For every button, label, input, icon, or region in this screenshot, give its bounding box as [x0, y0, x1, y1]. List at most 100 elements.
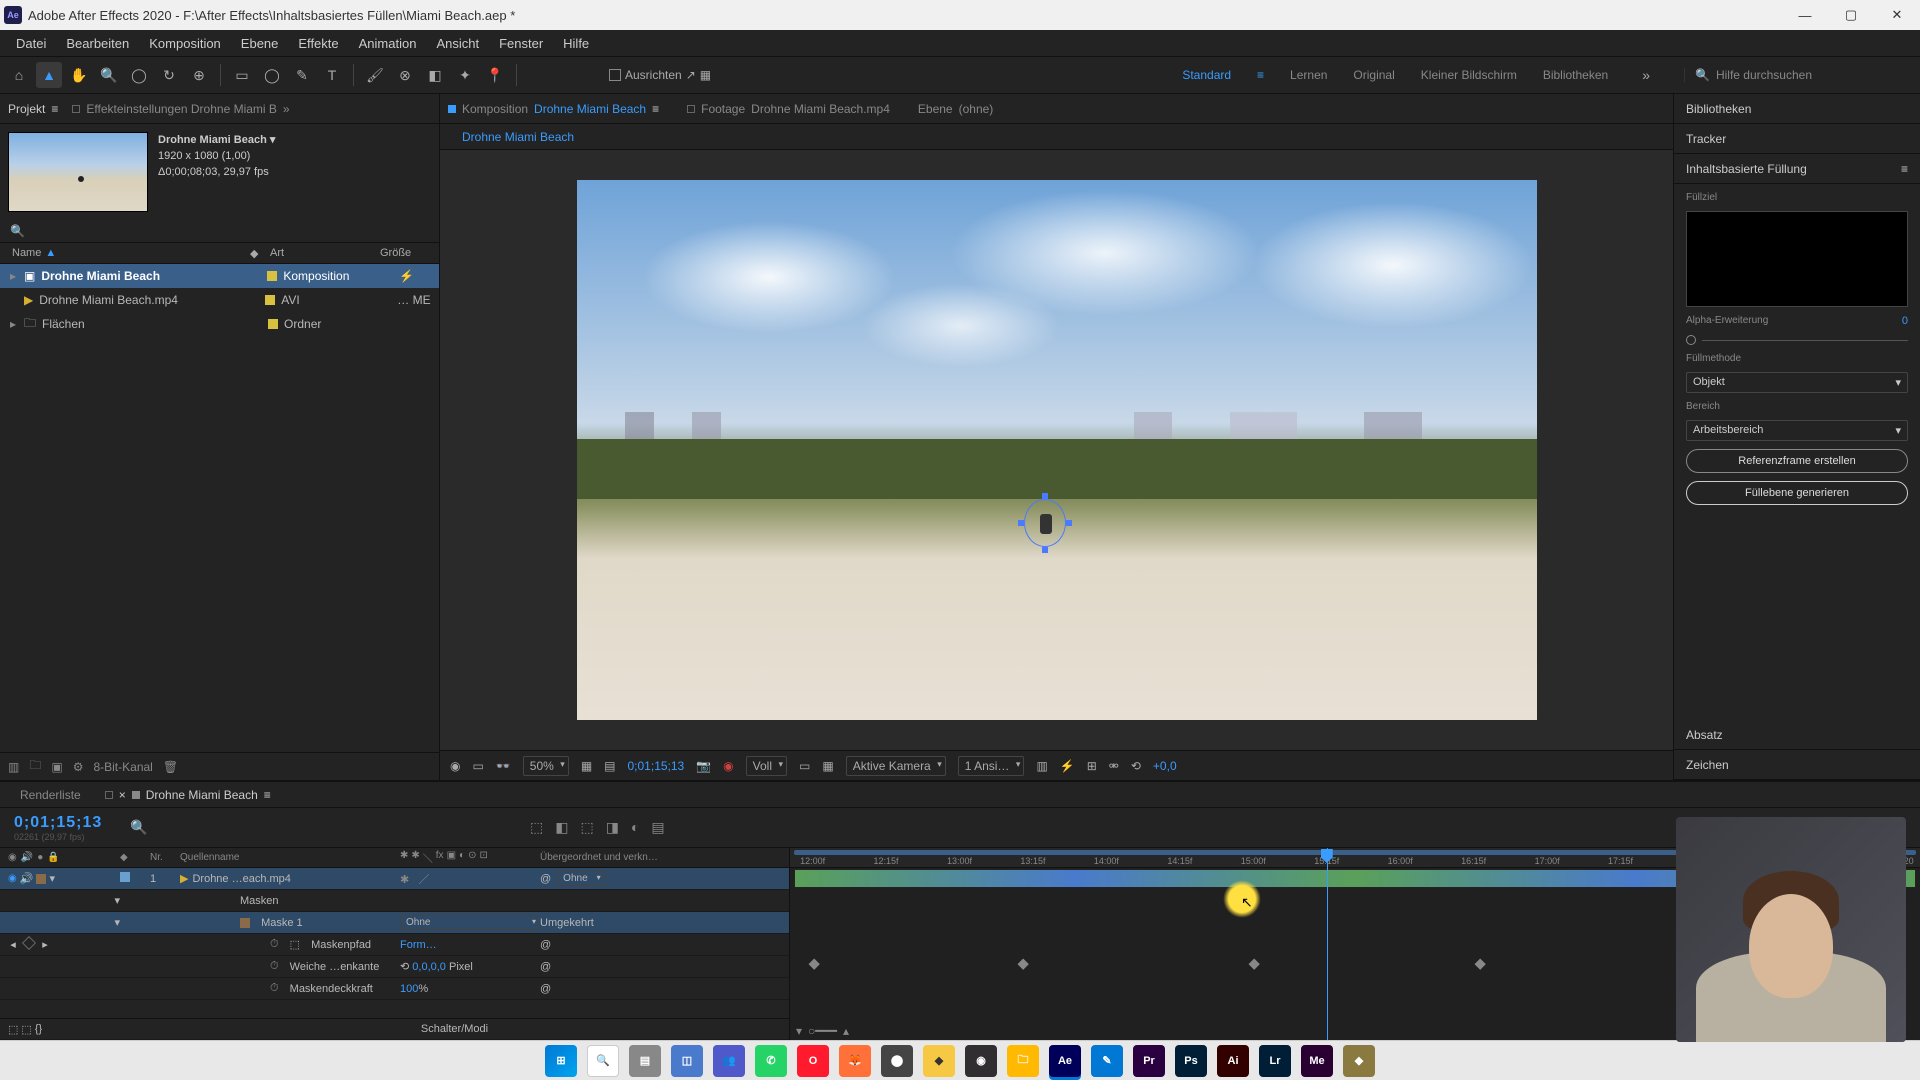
layer-viewer-tab[interactable]: Ebene (ohne) [918, 102, 993, 116]
anchor-tool[interactable]: ⊕ [186, 62, 212, 88]
guide-icon[interactable]: ▤ [604, 759, 615, 773]
mask-1-row[interactable]: ▾ Maske 1 Ohne Umgekehrt [0, 912, 789, 934]
resolution-dropdown[interactable]: Voll [746, 756, 787, 776]
after-effects-icon[interactable]: Ae [1049, 1045, 1081, 1077]
keyframe-diamond[interactable] [1249, 959, 1260, 970]
snapshot-icon[interactable]: 📷 [696, 759, 711, 773]
photoshop-icon[interactable]: Ps [1175, 1045, 1207, 1077]
brush-tool[interactable]: 🖌 [362, 62, 388, 88]
teams-icon[interactable]: 👥 [713, 1045, 745, 1077]
mask-mode-dropdown[interactable]: Ohne [400, 915, 540, 930]
frame-blend-icon[interactable]: ◨ [606, 819, 619, 836]
new-folder-icon[interactable]: 🗀 [29, 756, 41, 777]
composition-viewer[interactable] [577, 180, 1537, 720]
next-keyframe-icon[interactable]: ▸ [40, 938, 50, 951]
lightroom-icon[interactable]: Lr [1259, 1045, 1291, 1077]
widgets-button[interactable]: ◫ [671, 1045, 703, 1077]
ellipse-tool[interactable]: ◯ [259, 62, 285, 88]
camera-dropdown[interactable]: Aktive Kamera [846, 756, 946, 776]
rotate-tool[interactable]: ↻ [156, 62, 182, 88]
selection-tool[interactable]: ▲ [36, 62, 62, 88]
mask-selection-overlay[interactable] [1018, 493, 1072, 553]
toggle-switches-icon[interactable]: ⬚ [8, 1023, 18, 1036]
workspace-overflow[interactable]: » [1634, 67, 1658, 83]
snap-mode-icon[interactable]: ↗ [686, 68, 696, 82]
mask-opacity-value[interactable]: 100 [400, 983, 418, 995]
settings-icon[interactable]: ⚙ [73, 760, 84, 774]
grid-icon[interactable]: ▦ [581, 759, 592, 773]
stopwatch-icon[interactable]: ⏱ [270, 938, 279, 951]
motion-blur-icon[interactable]: ◐ [631, 819, 639, 836]
hand-tool[interactable]: ✋ [66, 62, 92, 88]
expression-pickwhip-icon[interactable]: @ [540, 961, 551, 973]
shy-icon[interactable]: ⬚ [580, 819, 593, 836]
expression-pickwhip-icon[interactable]: @ [540, 983, 551, 995]
exposure-value[interactable]: +0,0 [1153, 759, 1177, 773]
playhead[interactable] [1327, 848, 1328, 1040]
flowchart-icon[interactable]: ⚡ [399, 269, 414, 283]
label-swatch[interactable] [268, 319, 278, 329]
current-time[interactable]: 0;01;15;13 [628, 759, 685, 773]
keyframe-diamond[interactable] [1017, 959, 1028, 970]
stamp-tool[interactable]: ⊗ [392, 62, 418, 88]
project-item-comp[interactable]: ▸▣ Drohne Miami Beach Komposition ⚡ [0, 264, 439, 288]
sort-icon[interactable]: ▲ [45, 247, 56, 259]
snap-checkbox[interactable]: Ausrichten ↗ ▦ [609, 68, 711, 82]
zoom-in-icon[interactable]: ▴ [843, 1024, 849, 1038]
tracker-panel-tab[interactable]: Tracker [1674, 124, 1920, 154]
add-keyframe-button[interactable] [22, 936, 36, 950]
project-tab[interactable]: Projekt≡ [8, 102, 58, 116]
eraser-tool[interactable]: ◧ [422, 62, 448, 88]
workspace-menu-icon[interactable]: ≡ [1257, 68, 1264, 82]
create-reference-frame-button[interactable]: Referenzframe erstellen [1686, 449, 1908, 473]
close-button[interactable]: ✕ [1874, 0, 1920, 30]
workspace-bibliotheken[interactable]: Bibliotheken [1543, 68, 1608, 82]
layer-row-1[interactable]: ◉🔊▾ 1 ▶Drohne …each.mp4 ✱ ／ @Ohne [0, 868, 789, 890]
app-icon-generic[interactable]: ◆ [923, 1045, 955, 1077]
masks-group[interactable]: ▾ Masken [0, 890, 789, 912]
mask-opacity-row[interactable]: ⏱ Maskendeckkraft 100% @ [0, 978, 789, 1000]
roto-tool[interactable]: ✦ [452, 62, 478, 88]
graph-editor-icon[interactable]: ▤ [651, 819, 664, 836]
render-queue-tab[interactable]: Renderliste [20, 788, 81, 802]
col-name[interactable]: Name [12, 247, 41, 259]
workspace-kleiner[interactable]: Kleiner Bildschirm [1421, 68, 1517, 82]
text-tool[interactable]: T [319, 62, 345, 88]
timeline-comp-tab[interactable]: × Drohne Miami Beach ≡ [105, 788, 271, 802]
workspace-lernen[interactable]: Lernen [1290, 68, 1327, 82]
workspace-standard[interactable]: Standard [1182, 68, 1231, 82]
parent-pickwhip-icon[interactable]: @ [540, 873, 551, 885]
premiere-icon[interactable]: Pr [1133, 1045, 1165, 1077]
bpc-button[interactable]: 8-Bit-Kanal [93, 760, 152, 774]
illustrator-icon[interactable]: Ai [1217, 1045, 1249, 1077]
toggle-switches-button[interactable]: Schalter/Modi [120, 1023, 789, 1035]
minimize-button[interactable]: — [1782, 0, 1828, 30]
pixel-aspect-icon[interactable]: ▥ [1036, 759, 1047, 773]
zoom-out-icon[interactable]: ▾ [796, 1024, 802, 1038]
label-col-icon[interactable]: ◆ [250, 247, 258, 260]
draft-icon[interactable]: ▭ [472, 759, 483, 773]
mask-inverted-label[interactable]: Umgekehrt [540, 917, 594, 929]
content-aware-fill-tab[interactable]: Inhaltsbasierte Füllung [1686, 162, 1807, 176]
app-icon-generic[interactable]: ⬤ [881, 1045, 913, 1077]
comp-name-label[interactable]: Drohne Miami Beach ▾ [158, 132, 275, 148]
mask-path-row[interactable]: ◂▸ ⏱ ⬚ Maskenpfad Form… @ [0, 934, 789, 956]
bibliotheken-panel-tab[interactable]: Bibliotheken [1674, 94, 1920, 124]
label-swatch[interactable] [265, 295, 275, 305]
parent-dropdown[interactable]: Ohne [557, 871, 604, 886]
media-encoder-icon[interactable]: Me [1301, 1045, 1333, 1077]
menu-animation[interactable]: Animation [349, 32, 427, 55]
always-preview-icon[interactable]: ◉ [450, 759, 460, 773]
firefox-icon[interactable]: 🦊 [839, 1045, 871, 1077]
mask-path-value[interactable]: Form… [400, 939, 437, 951]
comp-breadcrumb[interactable]: Drohne Miami Beach [440, 124, 1673, 150]
menu-datei[interactable]: Datei [6, 32, 56, 55]
stopwatch-icon[interactable]: ⏱ [270, 960, 279, 973]
generate-fill-layer-button[interactable]: Füllebene generieren [1686, 481, 1908, 505]
reset-exposure-icon[interactable]: ⟲ [1131, 759, 1141, 773]
pen-tool[interactable]: ✎ [289, 62, 315, 88]
menu-effekte[interactable]: Effekte [288, 32, 348, 55]
start-button[interactable]: ⊞ [545, 1045, 577, 1077]
col-type[interactable]: Art [270, 247, 284, 259]
comp-viewer-tab[interactable]: Komposition Drohne Miami Beach ≡ [448, 102, 659, 116]
